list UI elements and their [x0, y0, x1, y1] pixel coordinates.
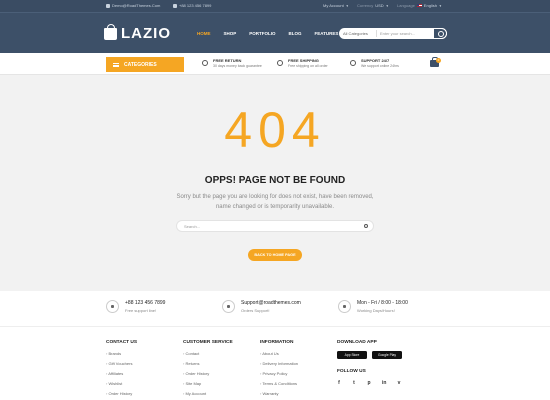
footer-link[interactable]: About Us: [260, 351, 298, 361]
cart-icon[interactable]: 0: [430, 57, 441, 67]
truck-icon: [277, 60, 283, 66]
nav-portfolio[interactable]: PORTFOLIO: [249, 31, 275, 36]
error-description: Sorry but the page you are looking for d…: [176, 194, 374, 210]
footer-link[interactable]: Privacy Policy: [260, 371, 298, 381]
language-selector[interactable]: Language English ▼: [397, 3, 442, 8]
return-icon: [202, 60, 208, 66]
cart-count-badge: 0: [436, 58, 441, 63]
site-header: Demo@RoadThemes.Com +88 123 456 7899 My …: [0, 0, 550, 53]
error-code: 404: [224, 102, 326, 158]
top-phone: +88 123 456 7899: [173, 3, 211, 8]
footer-link[interactable]: Wishlist: [106, 381, 137, 391]
facebook-icon[interactable]: f: [337, 380, 341, 386]
footer-link[interactable]: Site Map: [183, 381, 233, 391]
feature-support: SUPPORT 24/7 We support online 24hrs: [350, 58, 399, 68]
site-footer: CONTACT US Brands Gift Vouchers Affiliat…: [0, 327, 550, 400]
footer-link[interactable]: My Account: [183, 391, 233, 400]
menu-icon: [113, 62, 119, 67]
support-icon: [350, 60, 356, 66]
mail-icon: [222, 300, 235, 313]
footer-link[interactable]: Returns: [183, 361, 233, 371]
footer-link[interactable]: Gift Vouchers: [106, 361, 137, 371]
chevron-down-icon: ▼: [438, 3, 442, 8]
nav-features[interactable]: FEATURES: [315, 31, 339, 36]
search-input[interactable]: Enter your search...: [380, 31, 415, 36]
categories-button[interactable]: CATEGORIES: [106, 57, 184, 72]
footer-link[interactable]: Delivery Information: [260, 361, 298, 371]
header-search: All Categories Enter your search...: [339, 28, 447, 39]
search-category-select[interactable]: All Categories: [343, 31, 368, 36]
footer-link[interactable]: Warranty: [260, 391, 298, 400]
us-flag-icon: [416, 4, 422, 7]
contact-hours: Mon - Fri / 8:00 - 18:00 Working Days/Ho…: [338, 300, 408, 313]
currency-selector[interactable]: Currency USD ▼: [357, 3, 389, 8]
feature-free-return: FREE RETURN 30 days money back guarantee: [202, 58, 262, 68]
error-headline: OPPS! PAGE NOT BE FOUND: [204, 175, 346, 186]
pinterest-icon[interactable]: p: [367, 380, 371, 386]
phone-icon: [173, 3, 177, 8]
footer-link[interactable]: Terms & Conditions: [260, 381, 298, 391]
footer-link[interactable]: Order History: [183, 371, 233, 381]
chevron-down-icon: ▼: [385, 3, 389, 8]
shopping-bag-icon: [104, 23, 117, 40]
twitter-icon[interactable]: t: [352, 380, 356, 386]
nav-home[interactable]: HOME: [197, 31, 211, 36]
contact-strip: +88 123 456 7899 Free support line! Supp…: [0, 291, 550, 327]
footer-follow-us: FOLLOW US f t p in v: [337, 369, 401, 386]
vimeo-icon[interactable]: v: [397, 380, 401, 386]
back-to-home-button[interactable]: BACK TO HOME PAGE: [248, 249, 302, 261]
contact-email: Support@roadthemes.com Orders Support!: [222, 300, 301, 313]
top-email[interactable]: Demo@RoadThemes.Com: [106, 3, 160, 8]
search-button[interactable]: [433, 28, 447, 39]
footer-link[interactable]: Order History: [106, 391, 137, 400]
search-icon[interactable]: [364, 224, 368, 228]
divider: [376, 30, 377, 37]
main-navigation: HOME SHOP PORTFOLIO BLOG FEATURES: [197, 31, 338, 36]
google-play-badge[interactable]: Google Play: [372, 351, 402, 359]
nav-shop[interactable]: SHOP: [224, 31, 237, 36]
feature-free-shipping: FREE SHIPPING Free shipping on all order: [277, 58, 328, 68]
footer-contact-us: CONTACT US Brands Gift Vouchers Affiliat…: [106, 340, 137, 400]
phone-icon: [106, 300, 119, 313]
footer-link[interactable]: Contact: [183, 351, 233, 361]
footer-link[interactable]: Affiliates: [106, 371, 137, 381]
chevron-down-icon: ▼: [345, 3, 349, 8]
linkedin-icon[interactable]: in: [382, 380, 386, 386]
home-icon: [106, 3, 110, 8]
site-logo[interactable]: LAZIO: [104, 23, 171, 42]
top-bar: Demo@RoadThemes.Com +88 123 456 7899 My …: [0, 0, 550, 13]
footer-download-app: DOWNLOAD APP App Store Google Play FOLLO…: [337, 340, 402, 386]
footer-customer-service: CUSTOMER SERVICE Contact Returns Order H…: [183, 340, 233, 400]
app-store-badge[interactable]: App Store: [337, 351, 367, 359]
nav-blog[interactable]: BLOG: [289, 31, 302, 36]
footer-link[interactable]: Brands: [106, 351, 137, 361]
contact-phone: +88 123 456 7899 Free support line!: [106, 300, 165, 313]
clock-icon: [338, 300, 351, 313]
footer-information: INFORMATION About Us Delivery Informatio…: [260, 340, 298, 400]
my-account-menu[interactable]: My Account ▼: [323, 3, 349, 8]
error-search-input[interactable]: Search...: [176, 220, 374, 232]
error-section: 404 OPPS! PAGE NOT BE FOUND Sorry but th…: [0, 75, 550, 291]
feature-bar: CATEGORIES FREE RETURN 30 days money bac…: [0, 53, 550, 75]
